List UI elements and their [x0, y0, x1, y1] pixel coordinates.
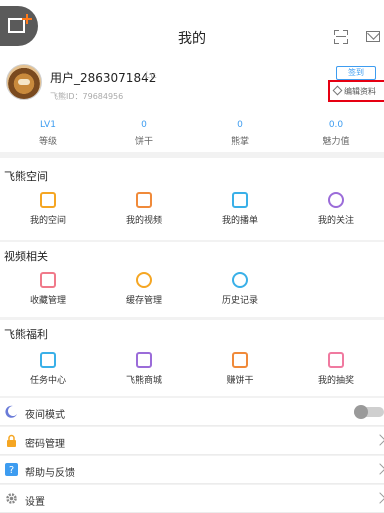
profile-card: 用户_2863071842 Lv. 飞熊ID：79684956 签到 编辑资料 … [0, 62, 384, 152]
edit-profile-button[interactable]: 编辑资料 [332, 85, 376, 97]
section-video: 视频相关 收藏管理 缓存管理 历史记录 [0, 242, 384, 317]
section-space: 飞熊空间 我的空间 我的视频 我的播单 我的关注 [0, 158, 384, 240]
grid-item-earn-cookies[interactable]: 赚饼干 [192, 352, 288, 386]
grid-item-my-lottery[interactable]: 我的抽奖 [288, 352, 384, 386]
section-grid: 我的空间 我的视频 我的播单 我的关注 [0, 192, 384, 226]
grid-item-my-space[interactable]: 我的空间 [0, 192, 96, 226]
row-help[interactable]: ? 帮助与反馈 [0, 456, 384, 484]
section-title: 视频相关 [4, 250, 48, 263]
stat-charm[interactable]: 0.0 魅力值 [288, 120, 384, 150]
chevron-right-icon [374, 434, 384, 446]
grid-item-mall[interactable]: 飞熊商城 [96, 352, 192, 386]
stats-row: LV1 等级 0 饼干 0 熊掌 0.0 魅力值 [0, 120, 384, 150]
scan-icon[interactable] [334, 30, 348, 44]
stat-bear-paw[interactable]: 0 熊掌 [192, 120, 288, 150]
pencil-icon [332, 85, 343, 96]
grid-item-task-center[interactable]: 任务中心 [0, 352, 96, 386]
favorite-icon [40, 272, 56, 288]
playlist-icon [232, 192, 248, 208]
avatar[interactable] [6, 64, 42, 100]
row-password[interactable]: 密码管理 [0, 427, 384, 455]
grid-item-my-videos[interactable]: 我的视频 [96, 192, 192, 226]
section-grid: 收藏管理 缓存管理 历史记录 [0, 272, 384, 306]
earn-icon [232, 352, 248, 368]
home-icon [40, 192, 56, 208]
page-title: 我的 [178, 31, 206, 47]
grid-item-favorites[interactable]: 收藏管理 [0, 272, 96, 306]
section-title: 飞熊福利 [4, 328, 48, 341]
row-night-mode[interactable]: 夜间模式 [0, 398, 384, 426]
video-icon [136, 192, 152, 208]
username: 用户_2863071842 [50, 71, 157, 85]
help-icon: ? [5, 463, 18, 476]
cart-icon [136, 352, 152, 368]
section-welfare: 飞熊福利 任务中心 飞熊商城 赚饼干 我的抽奖 [0, 320, 384, 396]
grid-item-history[interactable]: 历史记录 [192, 272, 288, 306]
row-settings[interactable]: 设置 [0, 485, 384, 513]
lottery-icon [328, 352, 344, 368]
chevron-right-icon [374, 463, 384, 475]
task-icon [40, 352, 56, 368]
section-title: 飞熊空间 [4, 170, 48, 183]
cache-icon [136, 272, 152, 288]
stat-level[interactable]: LV1 等级 [0, 120, 96, 150]
gear-icon [6, 493, 17, 504]
plus-icon [22, 14, 32, 24]
chevron-right-icon [374, 492, 384, 504]
svg-text:?: ? [9, 465, 14, 476]
edit-profile-highlight: 编辑资料 [328, 80, 384, 102]
grid-item-my-following[interactable]: 我的关注 [288, 192, 384, 226]
section-grid: 任务中心 飞熊商城 赚饼干 我的抽奖 [0, 352, 384, 386]
grid-item-cache[interactable]: 缓存管理 [96, 272, 192, 306]
level-badge: Lv. [145, 71, 158, 81]
top-bar: 我的 [0, 0, 384, 62]
mail-icon[interactable] [366, 31, 380, 42]
moon-icon [5, 405, 17, 418]
user-id: 飞熊ID：79684956 [50, 92, 124, 101]
night-mode-toggle[interactable] [354, 405, 384, 419]
follow-icon [328, 192, 344, 208]
grid-item-my-playlists[interactable]: 我的播单 [192, 192, 288, 226]
checkin-button[interactable]: 签到 [336, 66, 376, 80]
history-icon [232, 272, 248, 288]
stat-cookies[interactable]: 0 饼干 [96, 120, 192, 150]
lock-icon [7, 434, 16, 447]
